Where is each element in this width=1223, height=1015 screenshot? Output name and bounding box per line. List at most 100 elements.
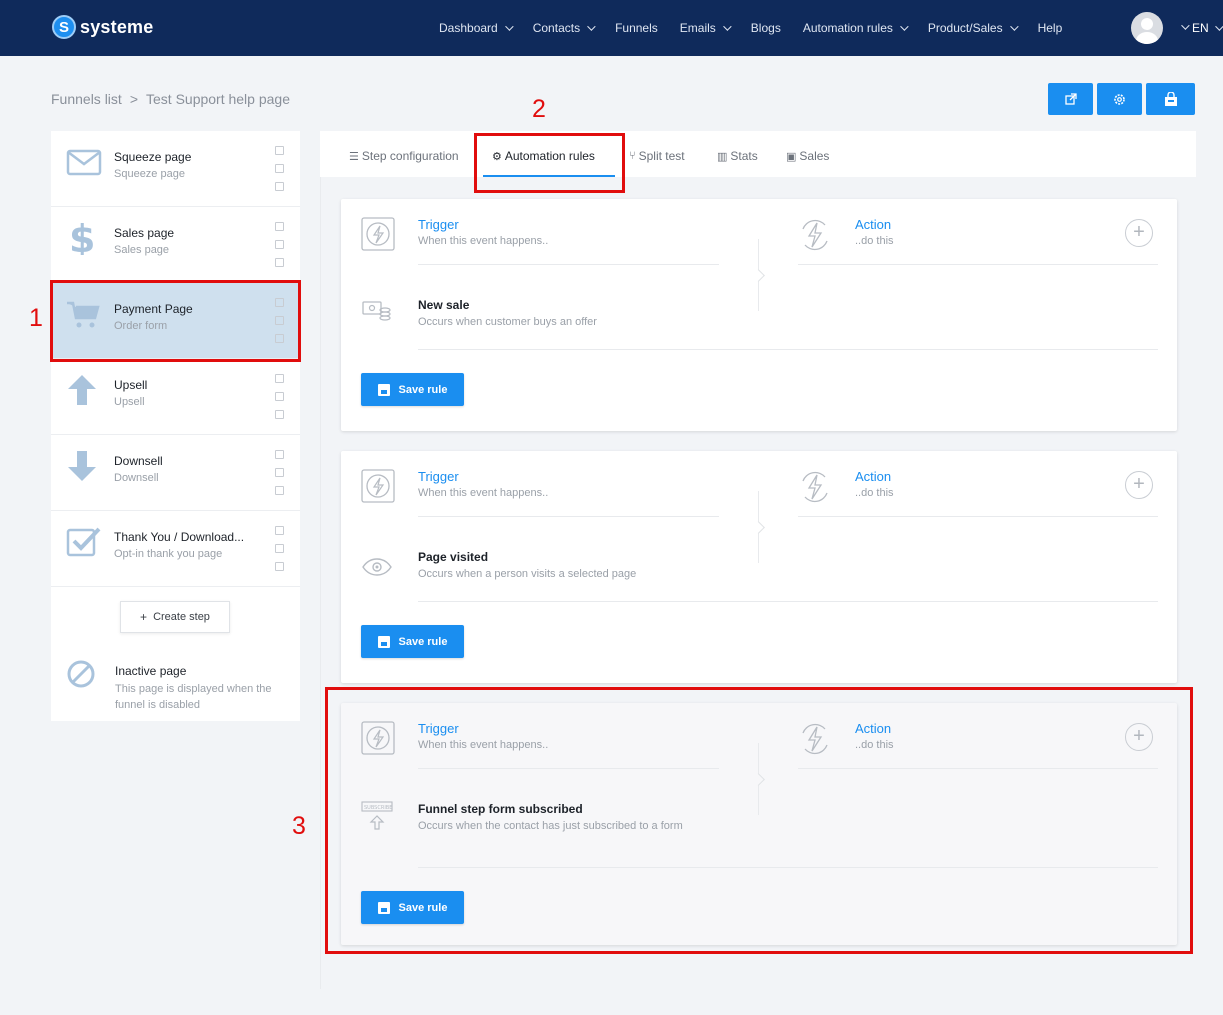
nav-item-label: Help (1037, 21, 1063, 35)
chevron-down-icon (722, 22, 732, 31)
step-sales-page[interactable]: $ Sales page Sales page (51, 207, 300, 283)
event-title: New sale (418, 298, 470, 312)
add-action-button[interactable]: + (1125, 471, 1153, 499)
duplicate-icon[interactable] (274, 468, 284, 477)
step-name: Downsell (114, 454, 163, 468)
funnel-store-button[interactable] (1146, 83, 1195, 115)
step-name: Thank You / Download... (114, 530, 245, 544)
trigger-icon (361, 469, 395, 503)
step-tools (273, 526, 285, 580)
divider (418, 264, 719, 265)
trash-icon[interactable] (274, 182, 284, 191)
annotation-box-2 (474, 133, 625, 193)
annotation-number-1: 1 (29, 304, 43, 332)
tab-stats[interactable]: ▥ Stats (717, 149, 758, 163)
annotation-number-3: 3 (292, 812, 306, 840)
user-avatar[interactable] (1131, 12, 1163, 44)
tab-label: Sales (799, 149, 830, 163)
nav-item-label: Emails (679, 21, 716, 35)
event-title: Page visited (418, 550, 489, 564)
breadcrumb: Funnels list > Test Support help page (51, 91, 290, 107)
chevron-down-icon (900, 22, 909, 31)
trash-icon[interactable] (274, 410, 284, 419)
step-squeeze-page[interactable]: Squeeze page Squeeze page (51, 131, 300, 207)
dollar-icon: $ (69, 221, 95, 255)
open-page-button[interactable] (1048, 83, 1093, 115)
annotation-box-3 (325, 687, 1193, 954)
chevron-down-icon[interactable] (1181, 21, 1190, 30)
nav-item-funnels[interactable]: Funnels (615, 21, 658, 35)
automation-rule: Trigger When this event happens.. Action… (341, 199, 1177, 431)
automation-rule: Trigger When this event happens.. Action… (341, 451, 1177, 683)
flow-arrow-icon (752, 521, 765, 534)
divider (418, 601, 1158, 602)
eye-icon (362, 558, 392, 576)
copy-icon[interactable] (274, 374, 284, 383)
breadcrumb-current: Test Support help page (146, 91, 290, 107)
logo-text: systeme (80, 16, 154, 37)
divider (418, 349, 1158, 350)
nav-item-help[interactable]: Help (1038, 21, 1063, 35)
language-selector[interactable]: EN (1192, 21, 1223, 35)
nav-item-contacts[interactable]: Contacts (533, 21, 596, 35)
create-step-button[interactable]: + Create step (120, 601, 230, 633)
step-thank-you[interactable]: Thank You / Download... Opt-in thank you… (51, 511, 300, 587)
systeme-logo[interactable]: S systeme (52, 15, 153, 39)
chevron-down-icon (587, 22, 596, 31)
external-link-icon (1064, 93, 1077, 105)
duplicate-icon[interactable] (274, 544, 284, 553)
nav-menu: Dashboard Contacts Funnels Emails Blogs … (439, 0, 1084, 56)
trash-icon[interactable] (274, 258, 284, 267)
divider (798, 264, 1158, 265)
step-type: Squeeze page (114, 168, 185, 180)
copy-icon[interactable] (274, 146, 284, 155)
step-type: Opt-in thank you page (114, 548, 223, 560)
tab-sales[interactable]: ▣ Sales (786, 149, 829, 163)
annotation-box-1 (50, 280, 301, 362)
trigger-title: Trigger (418, 469, 459, 484)
list-icon: ☰ (349, 150, 359, 163)
copy-icon[interactable] (274, 222, 284, 231)
tab-label: Stats (730, 149, 758, 163)
save-rule-button[interactable]: Save rule (361, 373, 464, 406)
settings-button[interactable] (1097, 83, 1142, 115)
nav-item-dashboard[interactable]: Dashboard (439, 21, 514, 35)
add-action-button[interactable]: + (1125, 219, 1153, 247)
trash-icon[interactable] (274, 562, 284, 571)
nav-item-product-sales[interactable]: Product/Sales (928, 21, 1019, 35)
nav-item-automation-rules[interactable]: Automation rules (803, 21, 909, 35)
save-rule-button[interactable]: Save rule (361, 625, 464, 658)
copy-icon[interactable] (274, 526, 284, 535)
step-downsell[interactable]: Downsell Downsell (51, 435, 300, 511)
top-navbar: S systeme Dashboard Contacts Funnels Ema… (0, 0, 1223, 56)
action-title: Action (855, 217, 892, 232)
tab-step-configuration[interactable]: ☰ Step configuration (349, 149, 459, 163)
trash-icon[interactable] (274, 486, 284, 495)
duplicate-icon[interactable] (274, 240, 284, 249)
tab-split-test[interactable]: ⑂ Split test (629, 149, 685, 163)
trigger-subtitle: When this event happens.. (418, 235, 549, 247)
copy-icon[interactable] (274, 450, 284, 459)
divider (798, 516, 1158, 517)
funnel-steps-sidebar: Squeeze page Squeeze page $ Sales page S… (51, 131, 300, 721)
inactive-page-title[interactable]: Inactive page (115, 664, 186, 678)
nav-item-blogs[interactable]: Blogs (751, 21, 781, 35)
disabled-icon (67, 660, 95, 688)
action-icon (802, 219, 828, 251)
create-step-label: Create step (153, 611, 210, 623)
action-subtitle: ..do this (855, 235, 894, 247)
duplicate-icon[interactable] (274, 164, 284, 173)
duplicate-icon[interactable] (274, 392, 284, 401)
trigger-icon (361, 217, 395, 251)
nav-item-label: Funnels (615, 21, 658, 35)
funnel-store-icon (1164, 91, 1177, 106)
money-stack-icon (362, 301, 391, 321)
step-upsell[interactable]: Upsell Upsell (51, 359, 300, 435)
event-description: Occurs when a person visits a selected p… (418, 568, 637, 580)
breadcrumb-parent-link[interactable]: Funnels list (51, 91, 122, 107)
step-type: Upsell (114, 396, 145, 408)
step-tools (273, 450, 285, 504)
nav-item-emails[interactable]: Emails (679, 21, 732, 35)
logo-icon: S (52, 15, 76, 39)
save-rule-label: Save rule (398, 383, 448, 396)
